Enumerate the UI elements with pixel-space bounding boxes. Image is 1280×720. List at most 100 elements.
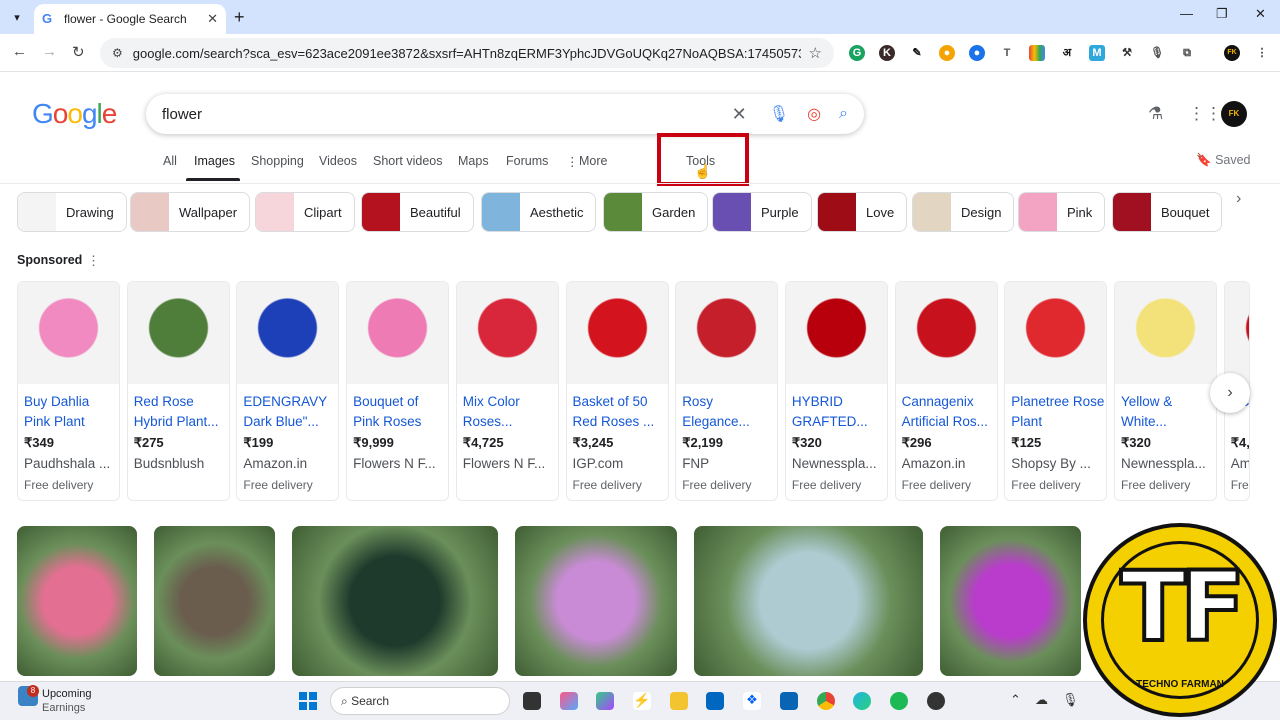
chip-garden[interactable]: Garden xyxy=(603,192,709,232)
sponsored-info-icon[interactable]: ⋮ xyxy=(87,253,100,269)
text-extension-icon[interactable]: T xyxy=(999,45,1015,61)
product-card[interactable]: Basket of 50 Red Roses ... ₹3,245 IGP.com F… xyxy=(565,281,669,501)
google-logo[interactable]: Google xyxy=(32,98,117,130)
extension-blue-icon[interactable]: ● xyxy=(969,45,985,61)
chip-bouquet[interactable]: Bouquet xyxy=(1112,192,1223,232)
tab-forums[interactable]: Forums xyxy=(506,154,548,168)
product-card[interactable]: Planetree Rose Plant ₹125 Shopsy By ... Fre… xyxy=(1004,281,1108,501)
outlook-icon[interactable] xyxy=(780,692,798,710)
tray-chevron-icon[interactable]: ⌃ xyxy=(1010,692,1021,708)
m-extension-icon[interactable]: M xyxy=(1089,45,1105,61)
carousel-next-icon[interactable]: › xyxy=(1210,373,1250,413)
tab-search-dropdown-icon[interactable]: ▾ xyxy=(6,7,28,27)
product-card[interactable]: Bouquet of Pink Roses ₹9,999 Flowers N F..… xyxy=(346,281,450,501)
search-query[interactable]: flower xyxy=(162,106,714,123)
chips-next-chevron-icon[interactable]: › xyxy=(1236,190,1241,208)
dropbox-icon[interactable]: ❖ xyxy=(743,692,761,710)
tab-close-icon[interactable]: ✕ xyxy=(207,11,218,27)
copilot-icon[interactable] xyxy=(560,692,578,710)
product-card[interactable]: Mix Color Roses... ₹4,725 Flowers N F... xyxy=(455,281,559,501)
bookmark-star-icon[interactable]: ☆ xyxy=(809,44,822,62)
clear-icon[interactable]: ✕ xyxy=(732,104,747,125)
new-tab-icon[interactable]: + xyxy=(234,7,245,28)
tools-extension-icon[interactable]: ⚒ xyxy=(1119,45,1135,61)
labs-flask-icon[interactable]: ⚗ xyxy=(1148,104,1163,124)
tab-maps[interactable]: Maps xyxy=(458,154,489,168)
tab-shopping[interactable]: Shopping xyxy=(251,154,304,168)
power-automate-icon[interactable]: ⚡ xyxy=(633,692,651,710)
chip-thumbnail xyxy=(1019,193,1057,231)
mic-extension-icon[interactable]: 🎙 xyxy=(1149,45,1165,61)
account-avatar[interactable]: FK xyxy=(1221,101,1247,127)
spotify-icon[interactable] xyxy=(890,692,908,710)
app-icon[interactable] xyxy=(927,692,945,710)
pen-extension-icon[interactable]: ✎ xyxy=(909,45,925,61)
extensions-puzzle-icon[interactable]: ⧉ xyxy=(1179,45,1195,61)
tab-all[interactable]: All xyxy=(163,154,177,168)
chip-wallpaper[interactable]: Wallpaper xyxy=(130,192,251,232)
voice-search-icon[interactable]: 🎙 xyxy=(769,104,789,124)
tab-videos[interactable]: Videos xyxy=(319,154,357,168)
close-window-icon[interactable]: ✕ xyxy=(1255,6,1266,22)
product-seller: Newnesspla... xyxy=(1121,456,1206,471)
chip-thumbnail xyxy=(362,193,400,231)
extension-color-icon[interactable]: ● xyxy=(939,45,955,61)
tab-more[interactable]: More xyxy=(579,154,607,168)
product-card[interactable]: HYBRID GRAFTED... ₹320 Newnesspla... Free d… xyxy=(784,281,888,501)
task-view-icon[interactable] xyxy=(523,692,541,710)
onedrive-icon[interactable]: ☁ xyxy=(1035,692,1048,708)
product-seller: Am... xyxy=(1230,456,1250,471)
back-icon[interactable]: ← xyxy=(12,43,27,60)
edge-icon[interactable] xyxy=(853,692,871,710)
profile-avatar-icon[interactable]: FK xyxy=(1224,45,1240,61)
product-card[interactable]: Buy Dahlia Pink Plant ₹349 Paudhshala ... F… xyxy=(17,281,120,501)
chip-aesthetic[interactable]: Aesthetic xyxy=(481,192,597,232)
image-result[interactable] xyxy=(694,526,923,676)
office-app-icon[interactable] xyxy=(596,692,614,710)
chrome-icon[interactable] xyxy=(817,692,835,710)
image-result[interactable] xyxy=(515,526,677,676)
grammarly-extension-icon[interactable]: G xyxy=(849,45,865,61)
file-explorer-icon[interactable] xyxy=(670,692,688,710)
more-dots-icon[interactable]: ⋮ xyxy=(566,154,579,169)
taskbar-search[interactable]: ⌕ Search xyxy=(330,687,510,715)
product-card[interactable]: Rosy Elegance... ₹2,199 FNP Free delivery xyxy=(675,281,779,501)
saved-button[interactable]: 🔖 Saved xyxy=(1196,153,1251,168)
chip-beautiful[interactable]: Beautiful xyxy=(361,192,474,232)
extension-k-icon[interactable]: K xyxy=(879,45,895,61)
image-result[interactable] xyxy=(154,526,275,676)
site-info-icon[interactable]: ⚙ xyxy=(112,46,123,60)
image-result[interactable] xyxy=(292,526,498,676)
tab-images[interactable]: Images xyxy=(194,154,235,168)
reload-icon[interactable]: ↻ xyxy=(72,43,85,61)
maximize-icon[interactable]: ❐ xyxy=(1216,6,1228,22)
tab-short-videos[interactable]: Short videos xyxy=(373,154,442,168)
chip-design[interactable]: Design xyxy=(912,192,1015,232)
product-card[interactable]: EDENGRAVY Dark Blue"... ₹199 Amazon.in Free… xyxy=(236,281,340,501)
image-result[interactable] xyxy=(940,526,1081,676)
hindi-extension-icon[interactable]: अ xyxy=(1059,45,1075,61)
forward-icon[interactable]: → xyxy=(42,43,57,60)
chip-love[interactable]: Love xyxy=(817,192,908,232)
product-card[interactable]: Red Rose Hybrid Plant... ₹275 Budsnblush xyxy=(126,281,230,501)
chip-clipart[interactable]: Clipart xyxy=(255,192,355,232)
microphone-icon[interactable]: 🎙 xyxy=(1062,692,1079,708)
lens-search-icon[interactable]: ◎ xyxy=(807,104,821,124)
image-result[interactable] xyxy=(17,526,137,676)
colorpicker-extension-icon[interactable] xyxy=(1029,45,1045,61)
windows-start-icon[interactable] xyxy=(299,692,317,710)
search-icon[interactable]: ⌕ xyxy=(839,105,848,123)
minimize-icon[interactable]: — xyxy=(1180,6,1193,21)
store-icon[interactable] xyxy=(706,692,724,710)
product-card[interactable]: Yellow & White... ₹320 Newnesspla... Free d… xyxy=(1114,281,1217,501)
search-box[interactable]: flower ✕ 🎙 ◎ ⌕ xyxy=(146,94,864,134)
product-price: ₹349 xyxy=(24,435,54,450)
chip-drawing[interactable]: Drawing xyxy=(17,192,127,232)
address-bar[interactable]: ⚙ google.com/search?sca_esv=623ace2091ee… xyxy=(100,38,834,68)
product-card[interactable]: Cannagenix Artificial Ros... ₹296 Amazon.i… xyxy=(894,281,998,501)
chip-purple[interactable]: Purple xyxy=(712,192,812,232)
chip-pink[interactable]: Pink xyxy=(1018,192,1106,232)
widgets-text[interactable]: Upcoming Earnings xyxy=(42,687,92,715)
menu-dots-icon[interactable]: ⋮ xyxy=(1254,45,1270,61)
browser-tab[interactable]: G flower - Google Search ✕ xyxy=(34,4,226,34)
